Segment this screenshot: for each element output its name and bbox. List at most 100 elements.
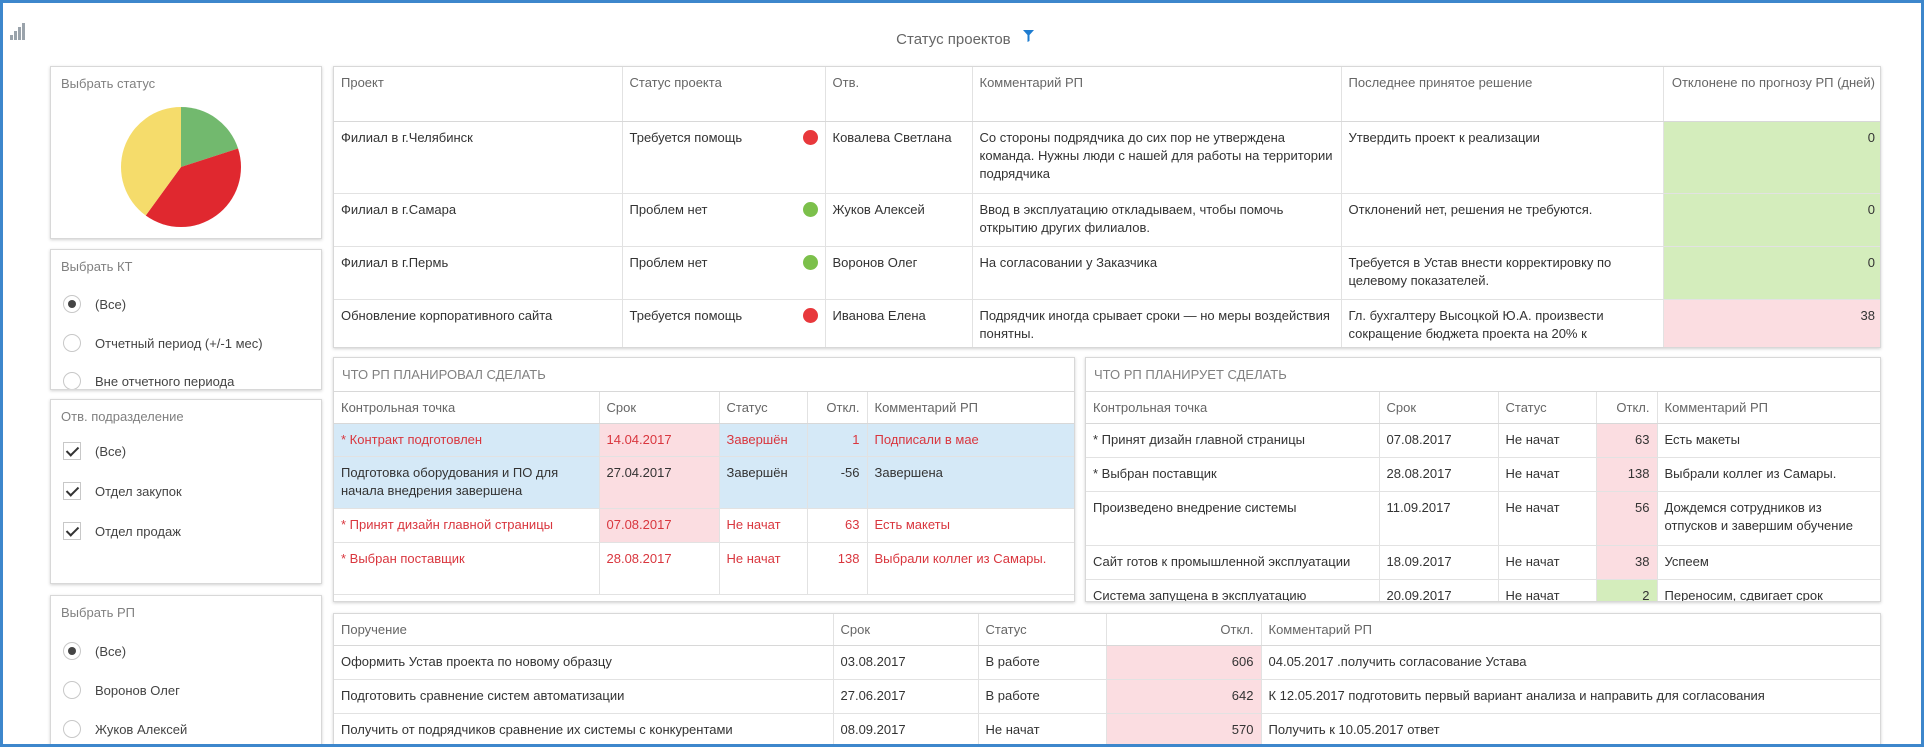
kt-date: 14.04.2017 [599,423,720,457]
col-date[interactable]: Срок [833,614,979,646]
table-row[interactable]: Филиал в г.Пермь Проблем нет Воронов Оле… [334,246,1880,300]
radio-button[interactable] [63,681,81,699]
col-deviation[interactable]: Откл. [807,392,868,424]
task-date: 03.08.2017 [833,645,979,680]
dept-option-sales[interactable]: Отдел продаж [63,522,181,540]
filter-funnel-icon[interactable] [1022,29,1034,46]
rp-option-voronov[interactable]: Воронов Олег [63,681,180,699]
col-owner[interactable]: Отв. [825,67,973,122]
radio-button[interactable] [63,642,81,660]
col-date[interactable]: Срок [599,392,720,424]
task-status: В работе [978,679,1107,714]
radio-button[interactable] [63,295,81,313]
project-name: Обновление корпоративного сайта [334,299,623,347]
kt-comment: Выбрали коллег из Самары. [1657,457,1880,492]
table-row[interactable]: * Выбран поставщик 28.08.2017 Не начат 1… [334,542,1074,595]
col-status[interactable]: Статус [719,392,808,424]
col-task[interactable]: Поручение [334,614,834,646]
task-comment: К 12.05.2017 подготовить первый вариант … [1261,679,1880,714]
planning-header-row: Контрольная точка Срок Статус Откл. Комм… [1086,392,1880,424]
col-comment[interactable]: Комментарий РП [1657,392,1880,424]
kt-filter-panel: Выбрать КТ (Все) Отчетный период (+/-1 м… [50,249,322,390]
radio-button[interactable] [63,720,81,738]
table-row[interactable]: Подготовка оборудования и ПО для начала … [334,456,1074,509]
kt-option-outside[interactable]: Вне отчетного периода [63,372,234,389]
col-kt[interactable]: Контрольная точка [1086,392,1380,424]
table-row[interactable]: Система запущена в эксплуатацию 20.09.20… [1086,579,1880,601]
kt-date: 28.08.2017 [1379,457,1499,492]
kt-date: 07.08.2017 [599,508,720,543]
col-comment[interactable]: Комментарий РП [972,67,1342,122]
task-date: 27.06.2017 [833,679,979,714]
col-kt[interactable]: Контрольная точка [334,392,600,424]
col-deviation[interactable]: Откл. [1106,614,1262,646]
task-comment: Получить к 10.05.2017 ответ [1261,713,1880,744]
page-title: Статус проектов [896,31,1011,48]
col-comment[interactable]: Комментарий РП [867,392,1074,424]
table-row[interactable]: * Принят дизайн главной страницы 07.08.2… [334,508,1074,543]
checkbox[interactable] [63,442,81,460]
table-row[interactable]: Получить от подрядчиков сравнение их сис… [334,713,1880,744]
page-title-row: Статус проектов [3,29,1921,48]
table-row[interactable]: Подготовить сравнение систем автоматизац… [334,679,1880,714]
kt-option-all[interactable]: (Все) [63,295,126,313]
kt-date: 28.08.2017 [599,542,720,595]
project-owner: Воронов Олег [825,246,973,300]
col-date[interactable]: Срок [1379,392,1499,424]
col-status[interactable]: Статус проекта [622,67,826,122]
kt-date: 27.04.2017 [599,456,720,509]
kt-status: Не начат [1498,423,1597,458]
checkbox[interactable] [63,482,81,500]
col-decision[interactable]: Последнее принятое решение [1341,67,1664,122]
col-deviation[interactable]: Отклонене по прогнозу РП (дней) [1663,67,1880,122]
kt-date: 18.09.2017 [1379,545,1499,580]
task-status: В работе [978,645,1107,680]
dept-option-purchasing[interactable]: Отдел закупок [63,482,182,500]
kt-status: Не начат [719,508,808,543]
dept-option-all[interactable]: (Все) [63,442,126,460]
table-row[interactable]: Филиал в г.Самара Проблем нет Жуков Алек… [334,193,1880,247]
kt-comment: Переносим, сдвигает срок [1657,579,1880,601]
table-row[interactable]: Филиал в г.Челябинск Требуется помощь Ко… [334,121,1880,194]
col-status[interactable]: Статус [1498,392,1597,424]
project-decision: Отклонений нет, решения не требуются. [1341,193,1664,247]
orders-header-row: Поручение Срок Статус Откл. Комментарий … [334,614,1880,646]
planning-table: Контрольная точка Срок Статус Откл. Комм… [1086,392,1880,601]
table-row[interactable]: * Контракт подготовлен 14.04.2017 Заверш… [334,423,1074,457]
project-deviation: 0 [1663,121,1880,194]
task-name: Получить от подрядчиков сравнение их сис… [334,713,834,744]
table-row[interactable]: * Принят дизайн главной страницы 07.08.2… [1086,423,1880,458]
project-decision: Требуется в Устав внести корректировку п… [1341,246,1664,300]
planning-title: ЧТО РП ПЛАНИРУЕТ СДЕЛАТЬ [1086,358,1880,392]
rp-filter-title: Выбрать РП [61,605,135,620]
checkbox[interactable] [63,522,81,540]
kt-deviation: 38 [1596,545,1658,580]
project-decision: Утвердить проект к реализации [1341,121,1664,194]
status-pie-chart[interactable] [119,105,243,229]
kt-comment: Завершена [867,456,1074,509]
status-dot-red-icon [802,307,818,323]
col-deviation[interactable]: Откл. [1596,392,1658,424]
kt-comment: Успеем [1657,545,1880,580]
radio-button[interactable] [63,334,81,352]
col-comment[interactable]: Комментарий РП [1261,614,1880,646]
kt-option-period[interactable]: Отчетный период (+/-1 мес) [63,334,263,352]
table-row[interactable]: Сайт готов к промышленной эксплуатации 1… [1086,545,1880,580]
rp-option-all[interactable]: (Все) [63,642,126,660]
task-name: Подготовить сравнение систем автоматизац… [334,679,834,714]
project-status: Проблем нет [622,193,826,247]
project-decision: Гл. бухгалтеру Высоцкой Ю.А. произвести … [1341,299,1664,347]
col-project[interactable]: Проект [334,67,623,122]
kt-status: Не начат [719,542,808,595]
rp-option-zhukov[interactable]: Жуков Алексей [63,720,187,738]
table-row[interactable]: * Выбран поставщик 28.08.2017 Не начат 1… [1086,457,1880,492]
planning-panel: ЧТО РП ПЛАНИРУЕТ СДЕЛАТЬ Контрольная точ… [1085,357,1881,602]
kt-deviation: 63 [807,508,868,543]
col-status[interactable]: Статус [978,614,1107,646]
table-row[interactable]: Произведено внедрение системы 11.09.2017… [1086,491,1880,546]
table-row[interactable]: Обновление корпоративного сайта Требуетс… [334,299,1880,347]
radio-button[interactable] [63,372,81,389]
table-row[interactable]: Оформить Устав проекта по новому образцу… [334,645,1880,680]
kt-comment: Есть макеты [867,508,1074,543]
project-comment: На согласовании у Заказчика [972,246,1342,300]
